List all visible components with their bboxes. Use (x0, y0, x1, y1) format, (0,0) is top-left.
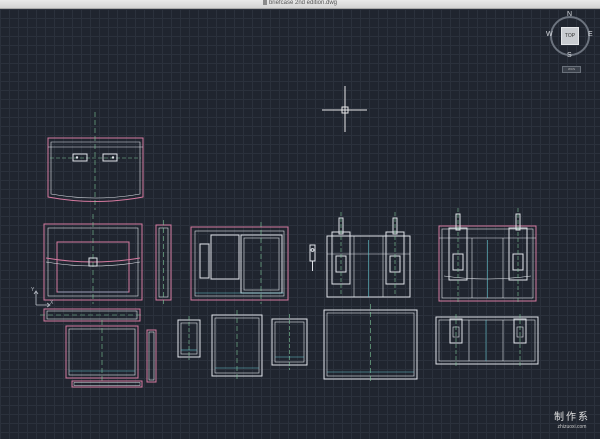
base-strip-part[interactable] (71, 380, 143, 388)
wcs-menu-button[interactable]: WCS (562, 66, 581, 73)
long-strip-part[interactable] (40, 308, 144, 322)
compass-north-label[interactable]: N (567, 11, 572, 18)
buckle-detail-part[interactable] (309, 244, 316, 271)
watermark-main-text: 制作系 (554, 412, 590, 423)
ucs-x-label: X (50, 300, 54, 306)
document-icon (262, 0, 267, 5)
crosshair-cursor (322, 86, 367, 132)
ucs-y-label: Y (31, 287, 35, 293)
window-title: briefcase 2nd edition.dwg (0, 0, 600, 8)
inner-pocket-part[interactable] (190, 222, 289, 304)
viewcube-navigator[interactable]: N W E S TOP WCS (546, 11, 594, 73)
viewcube-top-face[interactable]: TOP (561, 27, 579, 45)
assembled-flap-part[interactable] (438, 208, 537, 302)
vertical-strip-part[interactable] (146, 329, 157, 383)
ucs-icon (33, 290, 51, 308)
base-panel-part[interactable] (65, 320, 139, 382)
window-title-text: briefcase 2nd edition.dwg (268, 0, 338, 6)
flap-part[interactable] (47, 112, 144, 210)
front-pocket-part[interactable] (435, 314, 539, 366)
rear-panel-part[interactable] (323, 304, 418, 384)
tall-gusset-part[interactable] (271, 314, 308, 370)
medium-gusset-part[interactable] (211, 310, 263, 380)
compass-east-label[interactable]: E (588, 31, 593, 38)
watermark-logo: 制作系 zhizuoxi.com (544, 412, 600, 431)
front-panel-part[interactable] (43, 214, 143, 304)
drawing-canvas[interactable]: Y X (0, 9, 600, 439)
small-gusset-part[interactable] (177, 316, 201, 360)
drawing-svg: Y X (31, 86, 539, 388)
side-strip-part[interactable] (155, 220, 172, 304)
compass-west-label[interactable]: W (546, 31, 553, 38)
compass-south-label[interactable]: S (567, 52, 572, 59)
watermark-sub-text: zhizuoxi.com (557, 424, 587, 430)
window-titlebar: briefcase 2nd edition.dwg (0, 0, 600, 9)
strap-panel-part[interactable] (326, 212, 411, 298)
